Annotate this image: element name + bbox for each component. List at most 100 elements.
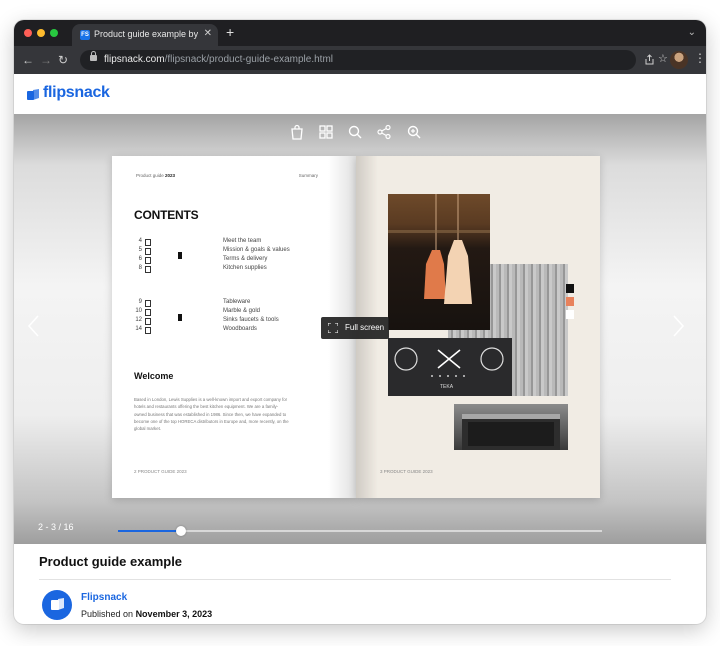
next-page-arrow-icon[interactable] (670, 314, 686, 338)
toc-page-number: 12 (135, 317, 142, 323)
document-icon (145, 300, 151, 307)
divider (39, 579, 671, 580)
grid-icon[interactable] (318, 124, 334, 140)
address-bar[interactable]: flipsnack.com/flipsnack/product-guide-ex… (80, 50, 636, 70)
flipsnack-avatar-icon (51, 598, 64, 610)
shopping-bag-icon[interactable] (289, 124, 305, 140)
toc-page-number: 5 (138, 247, 142, 253)
tab-close-icon[interactable]: ✕ (204, 28, 212, 39)
toc-item[interactable]: 14 Woodboards (134, 326, 334, 334)
toc-item[interactable]: 4 Meet the team (134, 238, 334, 246)
close-window-button[interactable] (24, 29, 32, 37)
induction-hob-photo: TEKA (388, 338, 512, 396)
toc-page-number: 10 (135, 308, 142, 314)
maximize-window-button[interactable] (50, 29, 58, 37)
toc-item-title: Mission & goals & values (223, 247, 290, 253)
toc-page-number: 8 (138, 265, 142, 271)
left-page[interactable]: Product guide 2023 Summary CONTENTS 4 Mee… (112, 156, 356, 498)
browser-window: FS Product guide example by Flipsnack ✕ … (14, 20, 706, 624)
new-tab-button[interactable]: + (226, 25, 234, 39)
toc-item[interactable]: 10 Marble & gold (134, 308, 334, 316)
page-header-left: Product guide 2023 (136, 173, 175, 178)
page-progress-slider[interactable] (118, 526, 602, 536)
hob-brand-text: TEKA (440, 384, 454, 390)
tab-strip: FS Product guide example by Flipsnack ✕ … (14, 20, 706, 46)
page-header-prefix: Product guide (136, 173, 164, 178)
page-counter: 2 - 3 / 16 (38, 522, 74, 532)
full-screen-button[interactable]: Full screen (321, 317, 389, 339)
forward-icon[interactable]: → (40, 53, 52, 67)
color-swatch-orange (566, 297, 574, 306)
reload-icon[interactable]: ↻ (58, 53, 68, 67)
flipbook-viewer[interactable]: Product guide 2023 Summary CONTENTS 4 Mee… (14, 114, 706, 544)
flipsnack-favicon-icon: FS (80, 30, 90, 40)
search-icon[interactable] (347, 124, 363, 140)
author-avatar[interactable] (42, 590, 72, 620)
profile-avatar[interactable] (670, 51, 688, 69)
toc-item[interactable]: 12 Sinks faucets & tools (134, 317, 334, 325)
welcome-text: Based in London, Lewis Supplies is a wel… (134, 397, 289, 432)
document-icon (145, 266, 151, 273)
minimize-window-button[interactable] (37, 29, 45, 37)
flipsnack-logo-text[interactable]: flipsnack (43, 84, 110, 102)
toc-item-title: Terms & delivery (223, 256, 268, 262)
document-icon (145, 309, 151, 316)
page-header-right: Summary (298, 173, 318, 178)
share-page-icon[interactable] (644, 54, 655, 65)
published-date: November 3, 2023 (135, 609, 213, 619)
toc-page-number: 14 (135, 326, 142, 332)
toc-item[interactable]: 9 Tableware (134, 299, 334, 307)
document-icon (145, 257, 151, 264)
toc-item-title: Tableware (223, 299, 251, 305)
toc-item-title: Sinks faucets & tools (223, 317, 279, 323)
document-title: Product guide example (39, 554, 183, 569)
progress-fill (118, 530, 181, 532)
bookmark-star-icon[interactable]: ☆ (658, 53, 668, 65)
page-header-year: 2023 (165, 173, 176, 178)
toc-item-title: Meet the team (223, 238, 262, 244)
document-icon (145, 327, 151, 334)
color-swatch-white (566, 310, 574, 319)
toc-item[interactable]: 6 Terms & delivery (134, 256, 334, 264)
url-host: flipsnack.com (104, 54, 165, 65)
pendant-lamps-illustration (388, 194, 490, 304)
toc-item-title: Marble & gold (223, 308, 261, 314)
tab-search-chevron-icon[interactable]: ⌄ (688, 27, 696, 38)
previous-page-arrow-icon[interactable] (26, 314, 42, 338)
zoom-in-icon[interactable] (406, 124, 422, 140)
site-header: flipsnack (14, 74, 706, 114)
toc-page-number: 6 (138, 256, 142, 262)
toc-page-number: 9 (138, 299, 142, 305)
page-footer-right: 3 PRODUCT GUIDE 2023 (380, 469, 433, 474)
progress-thumb[interactable] (175, 526, 186, 536)
page-footer-left: 2 PRODUCT GUIDE 2023 (134, 469, 187, 474)
share-icon[interactable] (376, 124, 392, 140)
tab-product-guide[interactable]: FS Product guide example by Flipsnack ✕ (72, 24, 218, 46)
flipsnack-logo-icon[interactable] (27, 89, 40, 101)
browser-toolbar: ← → ↻ flipsnack.com/flipsnack/product-gu… (14, 46, 706, 74)
toc-item-title: Kitchen supplies (223, 265, 267, 271)
published-prefix: Published on (81, 609, 134, 619)
sink-illustration (462, 414, 560, 450)
toc-marker (178, 314, 182, 321)
color-swatch-black (566, 284, 574, 293)
document-icon (145, 248, 151, 255)
toc-page-number: 4 (138, 238, 142, 244)
document-icon (145, 318, 151, 325)
url-path: /flipsnack/product-guide-example.html (164, 54, 333, 65)
toc-item[interactable]: 8 Kitchen supplies (134, 265, 334, 273)
toc-marker (178, 252, 182, 259)
sink-photo (454, 404, 568, 450)
right-page[interactable]: TEKA 3 PRODUCT GUIDE 2023 (356, 156, 600, 498)
pendant-lamps-photo (388, 194, 490, 330)
back-icon[interactable]: ← (22, 53, 34, 67)
full-screen-icon (328, 323, 338, 333)
toc-item-title: Woodboards (223, 326, 257, 332)
browser-menu-icon[interactable]: ⋮ (694, 52, 706, 64)
welcome-title: Welcome (134, 371, 174, 381)
author-name-link[interactable]: Flipsnack (81, 592, 127, 603)
lock-icon (90, 51, 97, 61)
tab-title: Product guide example by Flipsnack (94, 29, 198, 39)
toc-item[interactable]: 5 Mission & goals & values (134, 247, 334, 255)
url-text[interactable]: flipsnack.com/flipsnack/product-guide-ex… (104, 54, 333, 65)
